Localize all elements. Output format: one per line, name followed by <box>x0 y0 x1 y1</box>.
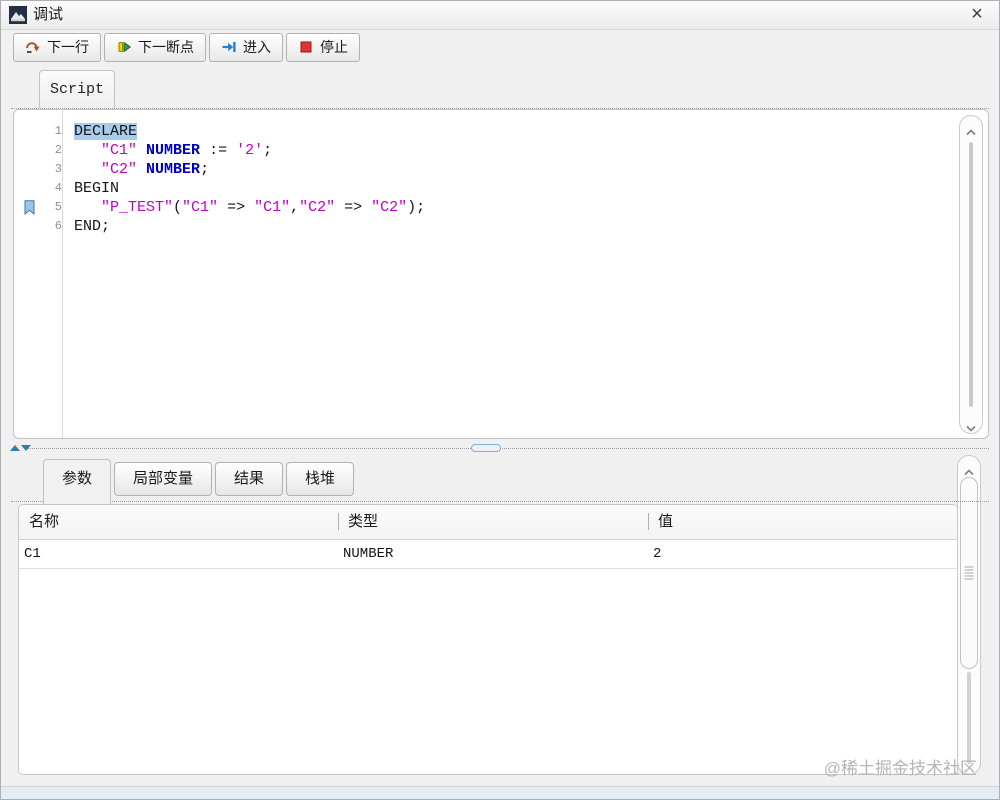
panel-vertical-scrollbar[interactable] <box>957 455 981 775</box>
editor-tab-strip: Script <box>1 63 999 109</box>
toolbar-button-label: 进入 <box>243 39 271 55</box>
bottom-tabs: 参数 局部变量 结果 栈堆 <box>43 457 355 504</box>
scroll-track[interactable] <box>967 672 971 764</box>
table-cell: 2 <box>653 546 662 562</box>
code-line: 6 END; <box>14 217 956 236</box>
bottom-tab-divider <box>11 501 989 502</box>
code-line: 2 "C1" NUMBER := '2'; <box>14 141 956 160</box>
column-header[interactable]: 类型 <box>338 505 648 539</box>
panel-splitter[interactable] <box>1 444 999 454</box>
bottom-tab-1[interactable]: 参数 <box>43 459 112 504</box>
title-bar: 调试 × <box>1 1 999 30</box>
code-lines: 1 DECLARE 2 "C1" NUMBER := '2'; 3 "C2" NUMB… <box>14 122 956 236</box>
toolbar-button-3[interactable]: 进入 <box>209 32 283 62</box>
bottom-tab-strip: 参数 局部变量 结果 栈堆 <box>1 457 999 504</box>
code-text: "P_TEST"("C1" => "C1","C2" => "C2"); <box>101 199 426 216</box>
grid-body: C1 NUMBER 2 <box>19 540 957 569</box>
close-button[interactable]: × <box>965 1 989 27</box>
column-header[interactable]: 值 <box>648 505 957 539</box>
code-line: 1 DECLARE <box>14 122 956 141</box>
debug-toolbar: 下一行 下一断点 进入 停止 <box>1 30 999 64</box>
window-bottom-edge <box>1 786 999 799</box>
toolbar-button-2[interactable]: 下一断点 <box>104 32 206 62</box>
code-line: 5 "P_TEST"("C1" => "C1","C2" => "C2"); <box>14 198 956 217</box>
line-number: 2 <box>54 143 62 157</box>
app-icon <box>9 6 27 24</box>
toolbar-button-label: 下一行 <box>47 39 89 55</box>
parameters-grid: 名称 类型值 C1 NUMBER 2 <box>18 504 958 775</box>
splitter-line <box>27 448 989 449</box>
watermark: @稀土掘金技术社区 <box>823 759 977 778</box>
toolbar-button-4[interactable]: 停止 <box>286 32 360 62</box>
breakpoint-gutter[interactable] <box>14 217 38 236</box>
line-number: 1 <box>54 124 62 138</box>
resume-icon <box>116 39 132 55</box>
bottom-tab-2[interactable]: 局部变量 <box>114 462 213 496</box>
stop-icon <box>298 39 314 55</box>
grid-header: 名称 类型值 <box>19 505 957 540</box>
line-number: 5 <box>54 200 62 214</box>
scroll-down-icon[interactable] <box>965 419 977 432</box>
code-text: END; <box>74 218 111 235</box>
breakpoint-gutter[interactable] <box>14 122 38 141</box>
scroll-grip-icon <box>964 565 974 582</box>
splitter-collapse-icons[interactable] <box>10 445 31 451</box>
column-header[interactable]: 名称 <box>19 505 338 539</box>
step-into-icon <box>221 39 237 55</box>
code-text: DECLARE <box>74 123 138 140</box>
scroll-up-icon[interactable] <box>963 463 975 476</box>
tab-script[interactable]: Script <box>39 70 115 108</box>
splitter-handle[interactable] <box>471 444 501 452</box>
editor-scroll-thumb[interactable] <box>969 142 973 407</box>
window-title: 调试 <box>33 6 64 23</box>
code-text: BEGIN <box>74 180 120 197</box>
code-text: "C1" NUMBER := '2'; <box>101 142 273 159</box>
step-over-icon <box>25 39 41 55</box>
code-line: 3 "C2" NUMBER; <box>14 160 956 179</box>
toolbar-button-label: 停止 <box>320 39 348 55</box>
table-cell: NUMBER <box>343 546 394 562</box>
table-row[interactable]: C1 NUMBER 2 <box>19 540 957 569</box>
current-line-marker[interactable] <box>14 198 38 217</box>
code-text: "C2" NUMBER; <box>101 161 210 178</box>
code-line: 4 BEGIN <box>14 179 956 198</box>
scroll-up-icon[interactable] <box>965 123 977 136</box>
editor-vertical-scrollbar[interactable] <box>959 115 983 434</box>
breakpoint-gutter[interactable] <box>14 179 38 198</box>
line-number: 3 <box>54 162 62 176</box>
toolbar-button-1[interactable]: 下一行 <box>13 32 101 62</box>
breakpoint-gutter[interactable] <box>14 141 38 160</box>
debug-window: 调试 × 下一行 下一断点 进入 停止 Script 1 DECLARE 2 "C1" N… <box>0 0 1000 800</box>
bottom-tab-3[interactable]: 结果 <box>215 462 284 496</box>
collapse-up-icon[interactable] <box>10 445 20 451</box>
panel-scroll-thumb[interactable] <box>960 477 978 669</box>
breakpoint-gutter[interactable] <box>14 160 38 179</box>
table-cell: C1 <box>24 546 41 562</box>
line-number: 4 <box>54 181 62 195</box>
collapse-down-icon[interactable] <box>21 445 31 451</box>
line-number: 6 <box>54 219 62 233</box>
toolbar-button-label: 下一断点 <box>138 39 194 55</box>
bottom-tab-4[interactable]: 栈堆 <box>286 462 355 496</box>
code-editor[interactable]: 1 DECLARE 2 "C1" NUMBER := '2'; 3 "C2" NUMB… <box>13 109 989 439</box>
